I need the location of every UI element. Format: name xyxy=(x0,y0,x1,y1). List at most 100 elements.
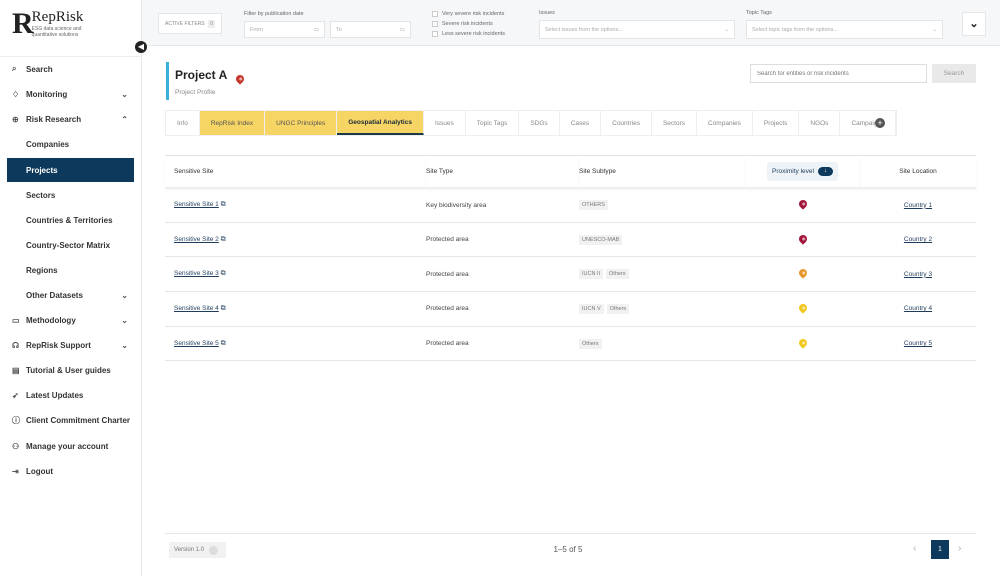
sidebar-item-label: Logout xyxy=(26,466,54,476)
table-row: Sensitive Site 5 ⧉ Protected area Others… xyxy=(165,326,976,362)
sidebar-item-risk-research[interactable]: ⊕ Risk Research ⌃ xyxy=(7,107,134,131)
sensitive-site-link[interactable]: Sensitive Site 2 xyxy=(174,236,219,243)
sidebar-item-latest-updates[interactable]: ➶ Latest Updates xyxy=(7,383,134,407)
chevron-down-icon: ⌄ xyxy=(932,26,937,33)
search-input[interactable] xyxy=(750,64,927,83)
external-link-icon[interactable]: ⧉ xyxy=(221,270,226,277)
info-icon[interactable] xyxy=(209,545,219,555)
from-placeholder: From xyxy=(250,26,263,33)
footer-divider xyxy=(165,533,976,534)
tab-issues[interactable]: Issues xyxy=(424,111,466,135)
proximity-pin-icon xyxy=(796,267,809,279)
tab-ngos[interactable]: NGOs xyxy=(799,111,841,135)
chevron-icon: ⌄ xyxy=(121,290,128,300)
country-link[interactable]: Country 2 xyxy=(904,236,932,243)
from-date-input[interactable]: From ▭ xyxy=(244,21,325,38)
sidebar-item-projects[interactable]: Projects xyxy=(7,158,134,182)
search-button[interactable]: Search xyxy=(932,64,976,83)
add-tab-icon[interactable]: + xyxy=(875,118,885,128)
column-sensitive-site[interactable]: Sensitive Site xyxy=(165,155,426,189)
country-link[interactable]: Country 3 xyxy=(904,271,932,278)
tab-projects[interactable]: Projects xyxy=(753,111,800,135)
sidebar-item-other-datasets[interactable]: Other Datasets ⌄ xyxy=(7,283,134,307)
sidebar-item-label: RepRisk Support xyxy=(26,340,91,350)
sensitive-site-link[interactable]: Sensitive Site 4 xyxy=(174,305,219,312)
next-page-button[interactable]: › xyxy=(958,543,961,554)
sensitive-site-link[interactable]: Sensitive Site 1 xyxy=(174,201,219,208)
sidebar-item-label: Country-Sector Matrix xyxy=(26,240,111,250)
sidebar-item-companies[interactable]: Companies xyxy=(7,132,134,156)
sidebar-item-regions[interactable]: Regions xyxy=(7,258,134,282)
filter-bar: ACTIVE FILTERS 0 Filter by publication d… xyxy=(142,0,1000,46)
tab-ungc-principles[interactable]: UNGC Principles xyxy=(265,111,338,135)
rocket-icon: ➶ xyxy=(12,390,19,400)
external-link-icon[interactable]: ⧉ xyxy=(221,236,226,243)
site-type: Protected area xyxy=(426,326,579,362)
sensitive-site-link[interactable]: Sensitive Site 5 xyxy=(174,340,219,347)
reprisk-logo[interactable]: R RepRisk ESG data science and quantitat… xyxy=(12,8,94,38)
tab-sdgs[interactable]: SDGs xyxy=(519,111,560,135)
proximity-pin-icon xyxy=(796,336,809,349)
tab-campaigns[interactable]: Campaigns xyxy=(840,111,897,135)
sidebar-item-manage-your-account[interactable]: ⚇ Manage your account xyxy=(7,434,134,458)
chevron-icon: ⌄ xyxy=(121,340,128,350)
sidebar-item-sectors[interactable]: Sectors xyxy=(7,183,134,207)
tab-countries[interactable]: Countries xyxy=(601,111,652,135)
tab-topic-tags[interactable]: Topic Tags xyxy=(466,111,520,135)
sidebar-item-search[interactable]: ⌕ Search xyxy=(7,57,134,81)
proximity-pin-icon xyxy=(796,302,809,314)
tab-info[interactable]: Info xyxy=(166,111,200,135)
less-severe-checkbox[interactable]: Less severe risk incidents xyxy=(432,29,505,39)
brand-tagline: ESG data science and quantitative soluti… xyxy=(31,26,82,38)
info-icon: ⓘ xyxy=(12,415,20,425)
column-site-location[interactable]: Site Location xyxy=(860,155,976,189)
sidebar-item-country-sector-matrix[interactable]: Country-Sector Matrix xyxy=(7,233,134,257)
column-proximity-level[interactable]: Proximity level ↓ xyxy=(745,155,860,189)
very-severe-checkbox[interactable]: Very severe risk incidents xyxy=(432,9,505,19)
sidebar-item-reprisk-support[interactable]: ☊ RepRisk Support ⌄ xyxy=(7,333,134,357)
active-filters-button[interactable]: ACTIVE FILTERS 0 xyxy=(158,13,222,34)
severe-checkbox[interactable]: Severe risk incidents xyxy=(432,19,505,29)
page-1-button[interactable]: 1 xyxy=(931,540,949,559)
sidebar-item-methodology[interactable]: ▭ Methodology ⌄ xyxy=(7,308,134,332)
sidebar-item-countries-territories[interactable]: Countries & Territories xyxy=(7,208,134,232)
page-title: Project A xyxy=(175,68,228,82)
sidebar-item-tutorial-user-guides[interactable]: ▤ Tutorial & User guides xyxy=(7,358,134,382)
prev-page-button[interactable]: ‹ xyxy=(913,543,916,554)
external-link-icon[interactable]: ⧉ xyxy=(221,305,226,312)
sidebar-item-logout[interactable]: ⇥ Logout xyxy=(7,459,134,483)
to-date-input[interactable]: To ▭ xyxy=(330,21,411,38)
sidebar-item-monitoring[interactable]: ♢ Monitoring ⌄ xyxy=(7,82,134,106)
subtype-chip: IUCN V xyxy=(579,303,604,314)
country-link[interactable]: Country 5 xyxy=(904,340,932,347)
sidebar-item-label: Latest Updates xyxy=(26,390,84,400)
column-site-subtype[interactable]: Site Subtype xyxy=(579,155,745,189)
expand-filters-button[interactable]: ⌄ xyxy=(962,12,986,36)
to-placeholder: To xyxy=(336,26,342,33)
title-accent xyxy=(166,62,169,100)
tab-reprisk-index[interactable]: RepRisk Index xyxy=(199,111,266,135)
tab-companies[interactable]: Companies xyxy=(697,111,753,135)
calendar-icon: ▭ xyxy=(399,26,405,33)
tab-sectors[interactable]: Sectors xyxy=(652,111,697,135)
sort-descending-icon[interactable]: ↓ xyxy=(817,166,833,176)
external-link-icon[interactable]: ⧉ xyxy=(221,340,226,347)
sidebar-item-client-commitment-charter[interactable]: ⓘ Client Commitment Charter xyxy=(7,408,134,432)
column-site-type[interactable]: Site Type xyxy=(426,155,579,189)
collapse-sidebar-icon[interactable]: ◀ xyxy=(135,41,147,53)
topic-tags-select[interactable]: Select topic tags from the options... ⌄ xyxy=(746,20,943,39)
table-row: Sensitive Site 3 ⧉ Protected area IUCN I… xyxy=(165,256,976,293)
country-link[interactable]: Country 4 xyxy=(904,305,932,312)
active-filters-count: 0 xyxy=(208,19,215,28)
country-link[interactable]: Country 1 xyxy=(904,202,932,209)
sidebar-item-label: Projects xyxy=(26,165,58,175)
tags-placeholder: Select topic tags from the options... xyxy=(752,26,838,33)
issues-select[interactable]: Select issues from the options... ⌄ xyxy=(539,20,735,39)
tab-cases[interactable]: Cases xyxy=(560,111,602,135)
sensitive-site-link[interactable]: Sensitive Site 3 xyxy=(174,270,219,277)
tab-geospatial-analytics[interactable]: Geospatial Analytics xyxy=(337,111,424,135)
profile-tabs: Info RepRisk Index UNGC Principles Geospati… xyxy=(165,110,898,136)
proximity-pin-icon xyxy=(796,232,809,245)
issues-label: Issues xyxy=(539,10,555,16)
external-link-icon[interactable]: ⧉ xyxy=(221,201,226,208)
